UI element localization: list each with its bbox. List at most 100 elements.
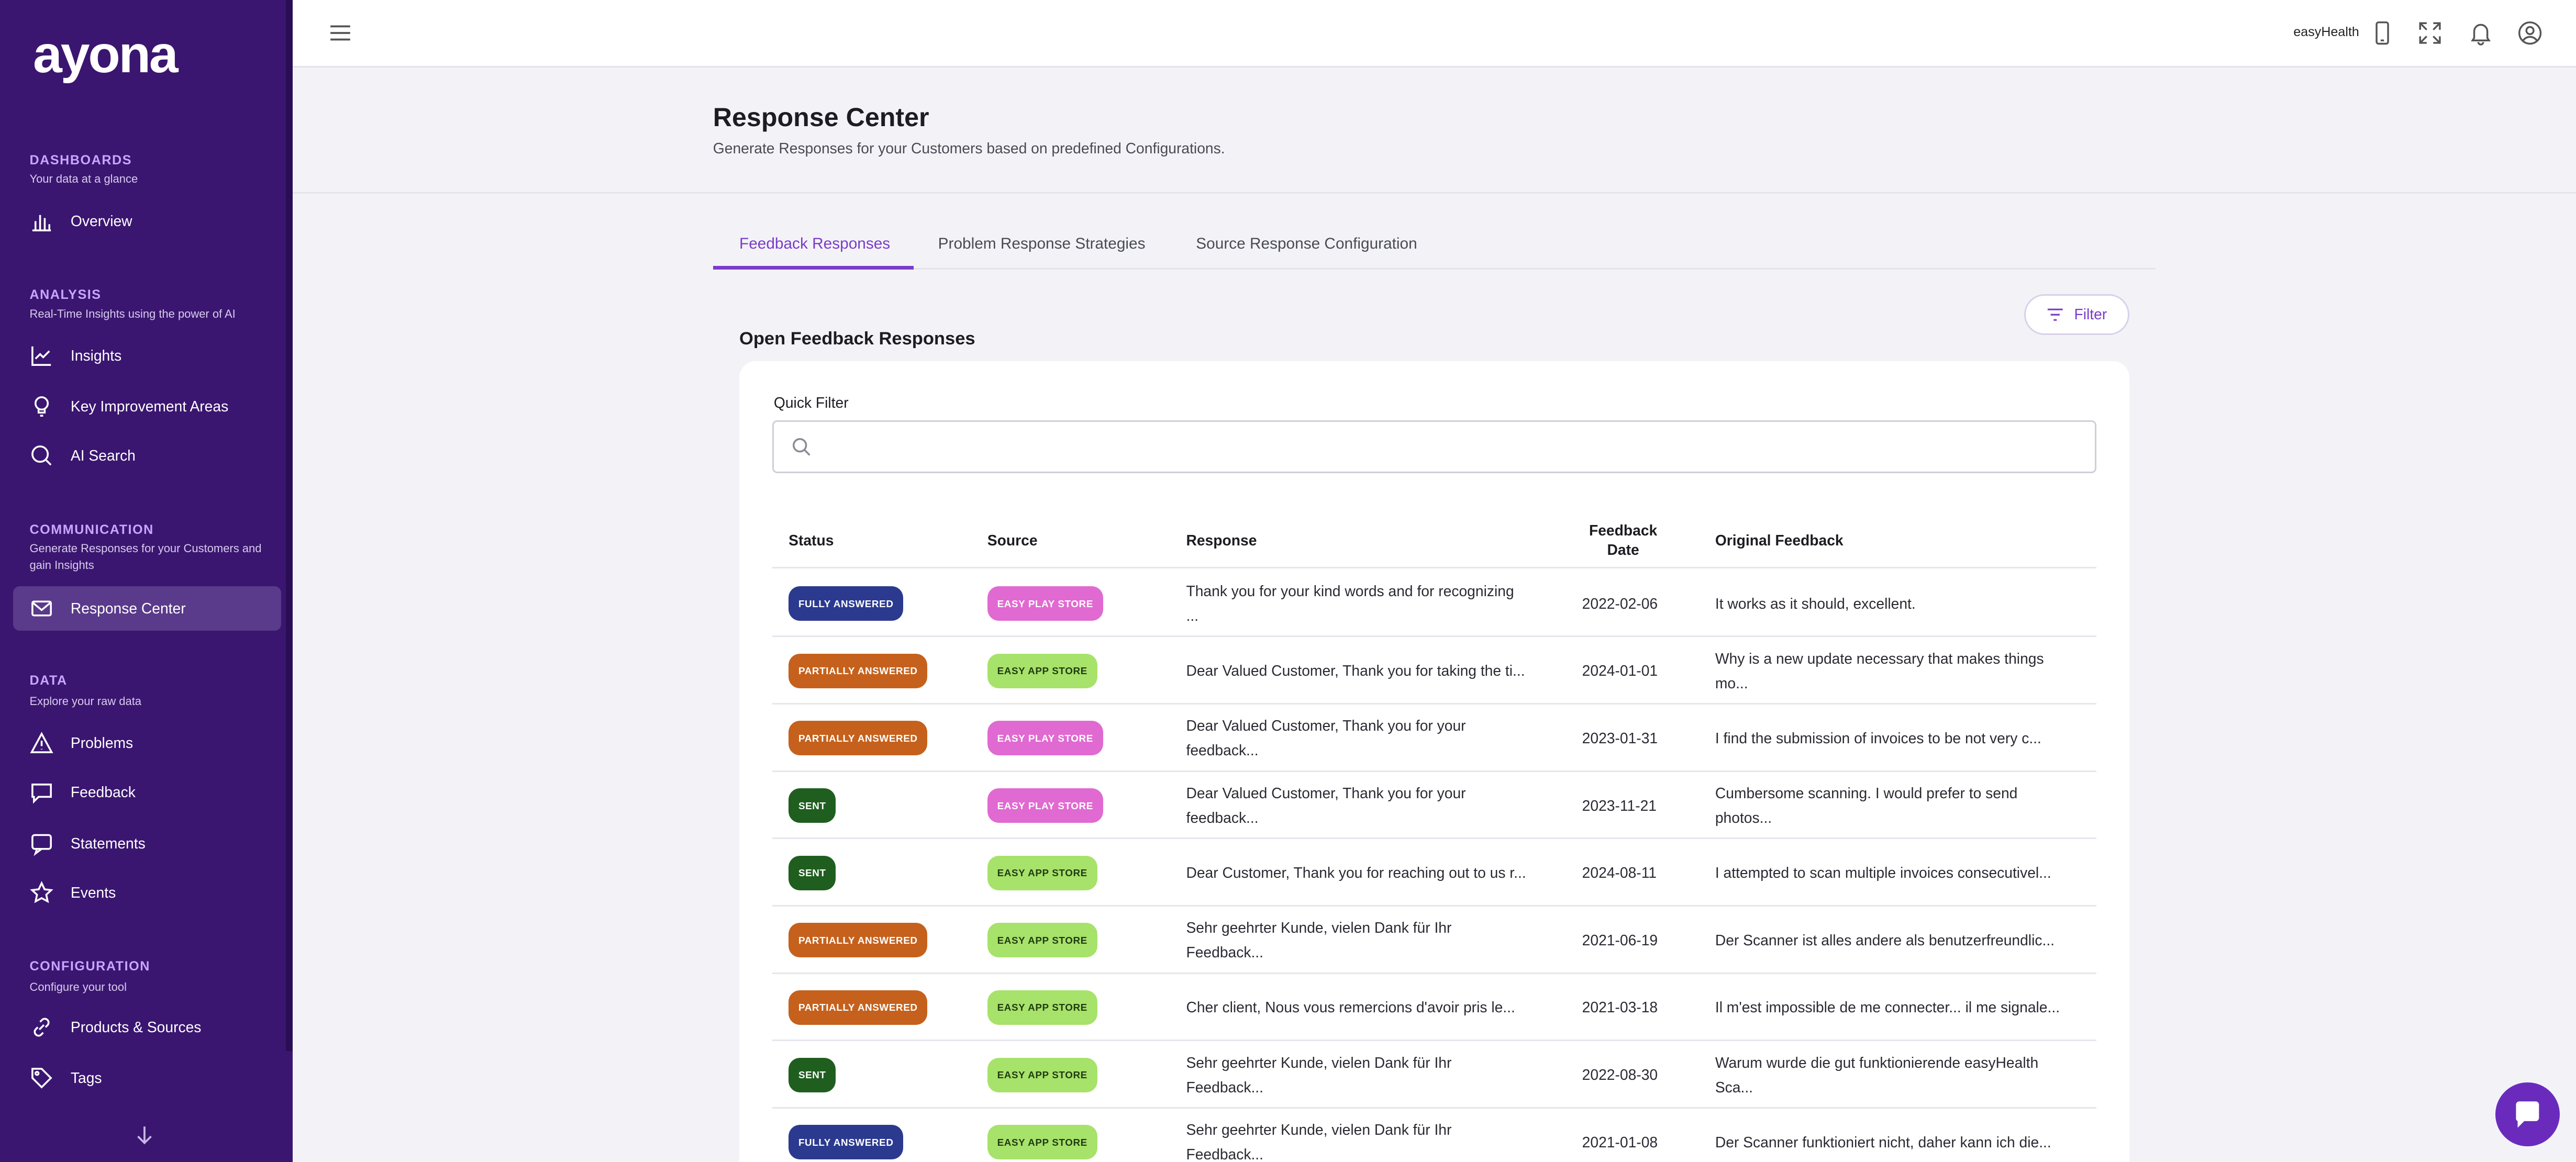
sidebar-item-ai-search[interactable]: AI Search (13, 433, 281, 478)
original-feedback-cell: Warum wurde die gut funktionierende easy… (1715, 1041, 2093, 1109)
source-cell: EASY APP STORE (987, 974, 1097, 1042)
original-feedback-cell: Cumbersome scanning. I would prefer to s… (1715, 772, 2093, 840)
status-badge: FULLY ANSWERED (789, 1125, 904, 1160)
original-feedback-cell: Il m'est impossible de me connecter... i… (1715, 974, 2093, 1042)
source-badge: EASY APP STORE (987, 855, 1097, 890)
response-cell: Thank you for your kind words and for re… (1186, 570, 1556, 638)
active-tab-indicator (713, 266, 914, 270)
table-row[interactable]: FULLY ANSWERED EASY APP STORE Sehr geehrte… (772, 1109, 2096, 1162)
table-row[interactable]: SENT EASY PLAY STORE Dear Valued Customer,… (772, 772, 2096, 840)
sidebar-item-feedback[interactable]: Feedback (13, 770, 281, 815)
brand-name[interactable]: easyHealth (2293, 25, 2359, 40)
fullscreen-icon[interactable] (2417, 20, 2443, 46)
feedback-text-line1: I attempted to scan multiple invoices co… (1715, 864, 2051, 881)
response-cell: Sehr geehrter Kunde, vielen Dank für Ihr… (1186, 1041, 1556, 1109)
table-row[interactable]: PARTIALLY ANSWERED EASY APP STORE Dear Val… (772, 637, 2096, 705)
sidebar-item-products-sources[interactable]: Products & Sources (13, 1005, 281, 1049)
sidebar-item-statements[interactable]: Statements (13, 821, 281, 866)
section-subtitle-analysis: Real-Time Insights using the power of AI (29, 307, 236, 320)
sidebar-item-label: Products & Sources (70, 1019, 202, 1036)
search-icon (793, 438, 810, 456)
status-cell: FULLY ANSWERED (789, 570, 904, 638)
feedback-text-line2: mo... (1715, 674, 1748, 691)
column-header-response[interactable]: Response (1186, 512, 1257, 568)
sidebar-item-overview[interactable]: Overview (13, 199, 281, 243)
quick-filter-input[interactable] (826, 432, 2075, 462)
feedback-text-line1: Der Scanner funktioniert nicht, daher ka… (1715, 1133, 2051, 1150)
tab-source-response-configuration[interactable]: Source Response Configuration (1196, 218, 1417, 269)
chat-icon (31, 784, 52, 804)
sidebar-item-insights[interactable]: Insights (13, 333, 281, 378)
table-row[interactable]: PARTIALLY ANSWERED EASY APP STORE Sehr gee… (772, 907, 2096, 974)
column-header-source[interactable]: Source (987, 512, 1038, 568)
bell-icon[interactable] (2468, 20, 2494, 46)
status-badge: PARTIALLY ANSWERED (789, 923, 928, 958)
status-cell: SENT (789, 1041, 836, 1109)
sidebar-item-label: Insights (70, 347, 122, 364)
table-row[interactable]: PARTIALLY ANSWERED EASY APP STORE Cher cli… (772, 974, 2096, 1042)
feedback-text-line1: It works as it should, excellent. (1715, 595, 1916, 612)
original-feedback-cell: Der Scanner funktioniert nicht, daher ka… (1715, 1109, 2093, 1162)
original-feedback-cell: Der Scanner ist alles andere als benutze… (1715, 907, 2093, 974)
quick-filter-label: Quick Filter (773, 394, 849, 411)
source-badge: EASY PLAY STORE (987, 788, 1103, 823)
feedback-date-cell: 2024-08-11 (1582, 864, 1657, 881)
quick-filter-field[interactable] (772, 420, 2096, 473)
user-circle-icon[interactable] (2517, 20, 2543, 46)
hamburger-menu-icon[interactable] (329, 21, 352, 44)
sidebar-item-key-improvement-areas[interactable]: Key Improvement Areas (13, 384, 281, 429)
filter-button[interactable]: Filter (2024, 294, 2129, 336)
section-subtitle-configuration: Configure your tool (29, 980, 127, 994)
source-badge: EASY APP STORE (987, 990, 1097, 1025)
feedback-text-line2: photos... (1715, 809, 1772, 826)
feedback-text-line1: Warum wurde die gut funktionierende easy… (1715, 1054, 2039, 1071)
arrow-down-icon[interactable] (133, 1123, 156, 1146)
ayona-logo[interactable]: ayona (33, 26, 204, 85)
column-header-feedback-date[interactable]: Feedback Date (1565, 512, 1681, 568)
sidebar-item-events[interactable]: Events (13, 870, 281, 915)
response-text-line1: Dear Valued Customer, Thank you for taki… (1186, 662, 1525, 679)
page-header: Response Center Generate Responses for y… (292, 67, 2576, 194)
search-icon (31, 445, 52, 466)
column-header-status[interactable]: Status (789, 512, 834, 568)
table-row[interactable]: PARTIALLY ANSWERED EASY PLAY STORE Dear Va… (772, 705, 2096, 772)
feedback-date-cell: 2022-08-30 (1582, 1066, 1658, 1083)
tab-problem-response-strategies[interactable]: Problem Response Strategies (938, 218, 1146, 269)
source-badge: EASY APP STORE (987, 923, 1097, 958)
sidebar-item-tags[interactable]: Tags (13, 1056, 281, 1101)
response-text-line2: feedback... (1186, 809, 1259, 826)
section-heading: Open Feedback Responses (739, 328, 975, 349)
sidebar-item-problems[interactable]: Problems (13, 721, 281, 765)
source-badge: EASY APP STORE (987, 1057, 1097, 1092)
status-badge: PARTIALLY ANSWERED (789, 990, 928, 1025)
table-row[interactable]: FULLY ANSWERED EASY PLAY STORE Thank you f… (772, 570, 2096, 638)
status-cell: PARTIALLY ANSWERED (789, 974, 928, 1042)
tab-feedback-responses[interactable]: Feedback Responses (739, 218, 890, 269)
column-header-feedback-date-line2: Date (1607, 541, 1639, 558)
table-row[interactable]: SENT EASY APP STORE Dear Customer, Thank y… (772, 839, 2096, 907)
response-cell: Dear Customer, Thank you for reaching ou… (1186, 839, 1556, 907)
star-icon (30, 881, 54, 903)
source-cell: EASY APP STORE (987, 907, 1097, 974)
column-header-original-feedback[interactable]: Original Feedback (1715, 512, 1844, 568)
status-cell: FULLY ANSWERED (789, 1109, 904, 1162)
chat-button[interactable] (2495, 1082, 2560, 1147)
section-subtitle-communication: Generate Responses for your Customers an… (29, 542, 262, 572)
sidebar-item-label: Response Center (70, 600, 186, 617)
feedback-date-cell: 2024-01-01 (1582, 662, 1658, 679)
sidebar-item-response-center[interactable]: Response Center (13, 586, 281, 631)
sidebar-scrollbar[interactable] (285, 0, 293, 1052)
table-header: Status Source Response Feedback Date Ori… (772, 512, 2096, 568)
source-cell: EASY APP STORE (987, 839, 1097, 907)
source-cell: EASY PLAY STORE (987, 772, 1103, 840)
phone-icon[interactable] (2369, 20, 2395, 46)
warning-icon (30, 732, 54, 754)
table-row[interactable]: SENT EASY APP STORE Sehr geehrter Kunde, v… (772, 1041, 2096, 1109)
section-subtitle-data: Explore your raw data (29, 695, 142, 708)
bar-chart-icon (32, 215, 51, 231)
status-cell: SENT (789, 772, 836, 840)
feedback-text-line1: Der Scanner ist alles andere als benutze… (1715, 931, 2055, 948)
feedback-text-line1: Cumbersome scanning. I would prefer to s… (1715, 785, 2018, 801)
sidebar: ayona DASHBOARDS Your data at a glance O… (0, 0, 293, 1162)
response-text-line2: Feedback... (1186, 1146, 1263, 1162)
